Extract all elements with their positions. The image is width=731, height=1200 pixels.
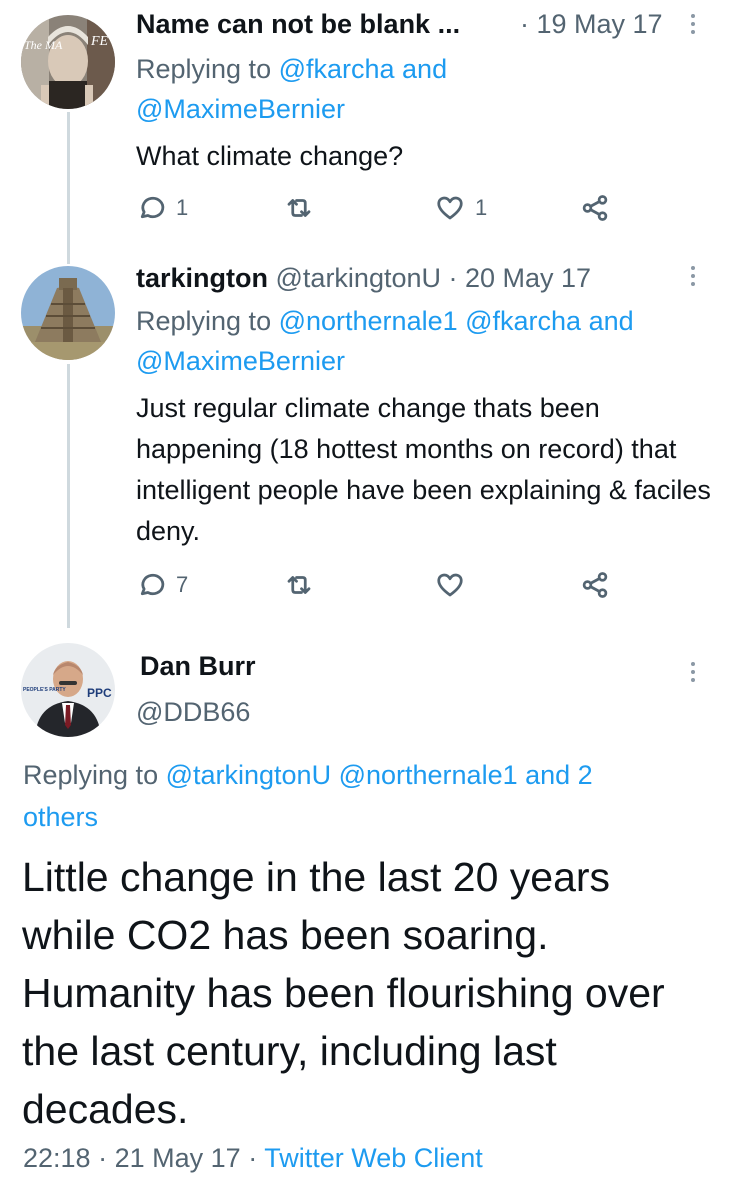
svg-text:FE: FE [90,34,109,49]
reply-button[interactable]: 1 [136,193,188,223]
avatar[interactable]: The MA FE [21,15,115,109]
avatar[interactable]: PEOPLE'S PARTY PPC [21,643,115,737]
reply-icon [140,573,165,596]
more-options-icon[interactable] [691,662,695,682]
tweet-date[interactable]: · 19 May 17 [520,9,663,40]
tweet-date[interactable]: 21 May 17 [115,1143,241,1173]
mention-link[interactable]: @MaximeBernier [136,346,345,376]
tweet-timestamp-row: 22:18 · 21 May 17 · Twitter Web Client [23,1143,483,1173]
retweet-icon [287,199,311,217]
retweet-icon [287,576,311,594]
tweet-header: tarkington @tarkingtonU · 20 May 17 [136,263,591,294]
replying-to: Replying to @tarkingtonU @northernale1 a… [23,760,593,790]
share-icon [582,572,608,598]
tweet-text: Just regular climate change thats been h… [136,393,711,546]
handle-and-date[interactable]: @tarkingtonU · 20 May 17 [276,263,592,293]
handle[interactable]: @DDB66 [136,697,250,728]
svg-text:PEOPLE'S PARTY: PEOPLE'S PARTY [23,687,66,693]
replying-to-continued: @MaximeBernier [136,89,345,129]
reply-icon [140,196,165,219]
more-options-icon[interactable] [691,14,695,34]
replying-to: Replying to @northernale1 @fkarcha and [136,306,634,336]
tweet-time[interactable]: 22:18 [23,1143,91,1173]
retweet-button[interactable] [284,570,324,600]
thread-line [67,364,70,628]
svg-text:The MA: The MA [24,38,63,52]
retweet-button[interactable] [284,193,324,223]
mention-link[interactable]: @northernale1 @fkarcha and [279,306,634,336]
more-options-icon[interactable] [691,266,695,286]
thread-line [67,112,70,264]
avatar[interactable] [21,266,115,360]
mention-link[interactable]: @tarkingtonU @northernale1 [166,760,518,790]
like-button[interactable] [435,570,475,600]
reply-button[interactable]: 7 [136,570,188,600]
others-link[interactable]: 2 [578,760,593,790]
like-count: 1 [475,195,488,220]
replying-to-continued: others [23,797,98,837]
reply-count: 7 [176,572,189,597]
mention-link[interactable]: @fkarcha and [279,54,448,84]
svg-text:PPC: PPC [87,686,112,700]
reply-count: 1 [176,195,189,220]
display-name[interactable]: tarkington [136,263,268,293]
display-name[interactable]: Dan Burr [140,651,256,682]
heart-icon [437,573,463,597]
share-button[interactable] [580,193,610,223]
display-name[interactable]: Name can not be blank ... [136,9,460,40]
tweet-text: What climate change? [136,141,404,171]
share-button[interactable] [580,570,610,600]
client-link[interactable]: Twitter Web Client [264,1143,483,1173]
like-button[interactable]: 1 [435,193,487,223]
replying-to-continued: @MaximeBernier [136,341,345,381]
replying-to: Replying to @fkarcha and [136,54,448,84]
others-link[interactable]: others [23,802,98,832]
heart-icon [437,196,463,220]
main-tweet-text: Little change in the last 20 years while… [22,854,665,1132]
mention-link[interactable]: @MaximeBernier [136,94,345,124]
share-icon [582,195,608,221]
